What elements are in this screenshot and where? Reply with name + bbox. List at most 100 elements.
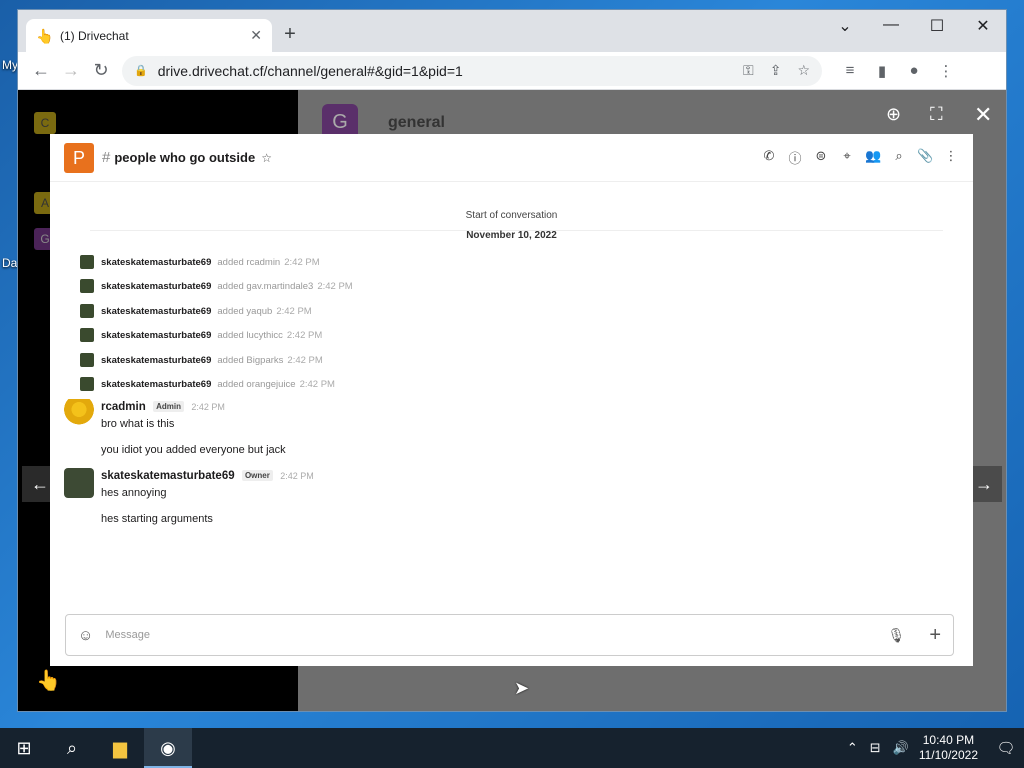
username: skateskatemasturbate69 — [101, 305, 212, 317]
minimize-button[interactable]: — — [868, 16, 914, 34]
message-composer: ☺ Message 🎙 + — [65, 614, 954, 656]
avatar — [80, 255, 94, 269]
maximize-button[interactable]: ☐ — [914, 16, 960, 36]
clock-time: 10:40 PM — [922, 733, 975, 747]
close-window-button[interactable]: ✕ — [960, 16, 1006, 36]
avatar — [80, 304, 94, 318]
hash-icon: # — [102, 149, 111, 166]
microphone-icon: 🎙 — [887, 626, 906, 643]
system-action: added lucythicc — [217, 329, 283, 341]
tab-search-icon[interactable]: ⌄ — [822, 16, 868, 36]
username: skateskatemasturbate69 — [101, 378, 212, 390]
message-text: bro what is this — [101, 418, 175, 430]
favorite-star-icon: ☆ — [261, 150, 272, 165]
bg-workspace-c: C — [34, 112, 56, 134]
username: skateskatemasturbate69 — [101, 280, 212, 292]
system-message: skateskatemasturbate69 added orangejuice… — [80, 377, 335, 391]
system-message: skateskatemasturbate69 added lucythicc 2… — [80, 328, 322, 342]
lightbox-image: P # people who go outside ☆ ✆ ⓘ ⊜ ⌖ 👥 ⌕ … — [50, 134, 973, 666]
attachment-icon: 📎 — [917, 148, 934, 163]
menu-icon[interactable]: ⋮ — [930, 62, 962, 80]
bg-channel-title: general — [388, 114, 445, 131]
channel-avatar: P — [64, 142, 94, 173]
avatar — [80, 353, 94, 367]
message-placeholder: Message — [105, 629, 150, 641]
lock-icon[interactable]: 🔒 — [134, 64, 148, 77]
timestamp: 2:42 PM — [286, 329, 323, 341]
date-label: November 10, 2022 — [466, 230, 557, 241]
browser-toolbar: ← → ↻ 🔒 drive.drivechat.cf/channel/gener… — [18, 52, 1006, 90]
message-text: hes starting arguments — [101, 513, 213, 525]
back-button[interactable]: ← — [26, 60, 56, 81]
reload-button[interactable]: ↻ — [86, 60, 116, 81]
tab-title: (1) Drivechat — [60, 28, 129, 43]
timestamp: 2:42 PM — [284, 256, 320, 268]
channel-header: P # people who go outside ☆ ✆ ⓘ ⊜ ⌖ 👥 ⌕ … — [50, 134, 973, 182]
timestamp: 2:42 PM — [276, 305, 312, 317]
threads-icon: ⊜ — [815, 148, 827, 163]
system-message: skateskatemasturbate69 added yaqub 2:42 … — [80, 304, 312, 318]
profile-icon[interactable]: ● — [898, 62, 930, 79]
start-button[interactable]: ⊞ — [0, 728, 48, 768]
username: rcadmin — [101, 401, 146, 413]
search-icon: ⌕ — [895, 148, 903, 163]
call-icon: ✆ — [763, 148, 775, 163]
role-badge: Admin — [153, 401, 184, 412]
share-icon[interactable]: ⇪ — [770, 62, 782, 79]
avatar — [80, 377, 94, 391]
start-of-conversation: Start of conversation — [465, 210, 558, 221]
favicon-icon: 👆 — [36, 27, 54, 44]
network-icon[interactable]: ⊟ — [870, 740, 881, 756]
volume-icon[interactable]: 🔊 — [893, 740, 909, 756]
close-tab-icon[interactable]: ✕ — [250, 27, 262, 44]
forward-button[interactable]: → — [56, 60, 86, 81]
file-explorer-icon[interactable]: ▆ — [96, 728, 144, 768]
close-lightbox-icon[interactable]: ✕ — [974, 102, 992, 128]
system-action: added rcadmin — [217, 256, 281, 268]
mouse-cursor: ➤ — [514, 678, 530, 698]
url-text: drive.drivechat.cf/channel/general#&gid=… — [157, 62, 463, 79]
key-icon[interactable]: ⚿ — [743, 62, 754, 79]
plus-icon: + — [929, 623, 941, 646]
system-tray: ⌃ ⊟ 🔊 10:40 PM 11/10/2022 🗨 — [841, 733, 1024, 763]
tab-bar: 👆 (1) Drivechat ✕ + ⌄ — ☐ ✕ — [18, 10, 1006, 52]
username: skateskatemasturbate69 — [101, 256, 212, 268]
bg-user-avatar: 👆 — [36, 670, 61, 692]
username: skateskatemasturbate69 — [101, 329, 212, 341]
desktop-icon-label[interactable]: My — [2, 58, 18, 72]
zoom-in-icon[interactable]: ⊕ — [886, 104, 901, 125]
notifications-icon[interactable]: 🗨 — [988, 739, 1024, 757]
owner-avatar — [64, 468, 94, 498]
system-action: added Bigparks — [217, 354, 284, 366]
timestamp: 2:42 PM — [299, 378, 335, 390]
emoji-icon: ☺ — [78, 626, 94, 644]
side-panel-icon[interactable]: ▮ — [866, 62, 898, 80]
avatar — [80, 328, 94, 342]
chrome-taskbar-icon[interactable]: ◉ — [144, 728, 192, 768]
system-action: added yaqub — [217, 305, 273, 317]
kebab-menu-icon: ⋮ — [944, 148, 958, 163]
fullscreen-icon[interactable]: ⛶ — [930, 104, 943, 125]
info-icon: ⓘ — [788, 151, 802, 166]
search-icon[interactable]: ⌕ — [48, 728, 96, 768]
message-text: you idiot you added everyone but jack — [101, 444, 286, 456]
clock[interactable]: 10:40 PM 11/10/2022 — [919, 733, 978, 763]
browser-tab[interactable]: 👆 (1) Drivechat ✕ — [26, 19, 272, 52]
clock-date: 11/10/2022 — [918, 748, 978, 762]
system-action: added orangejuice — [217, 378, 296, 390]
timestamp: 2:42 PM — [287, 354, 323, 366]
username: skateskatemasturbate69 — [101, 354, 212, 366]
members-icon: 👥 — [865, 148, 882, 163]
chevron-up-icon[interactable]: ⌃ — [847, 740, 858, 756]
address-bar[interactable]: 🔒 drive.drivechat.cf/channel/general#&gi… — [122, 55, 822, 86]
discussion-icon: ⌖ — [843, 148, 851, 163]
message-text: hes annoying — [101, 487, 167, 499]
timestamp: 2:42 PM — [191, 402, 225, 412]
system-message: skateskatemasturbate69 added Bigparks 2:… — [80, 353, 323, 367]
new-tab-button[interactable]: + — [278, 23, 302, 46]
channel-name: people who go outside — [114, 150, 256, 165]
media-icon[interactable]: ≡ — [834, 62, 866, 79]
bookmark-star-icon[interactable]: ☆ — [797, 62, 810, 79]
desktop-icon-label[interactable]: Da — [2, 256, 17, 270]
rcadmin-avatar — [64, 399, 94, 429]
